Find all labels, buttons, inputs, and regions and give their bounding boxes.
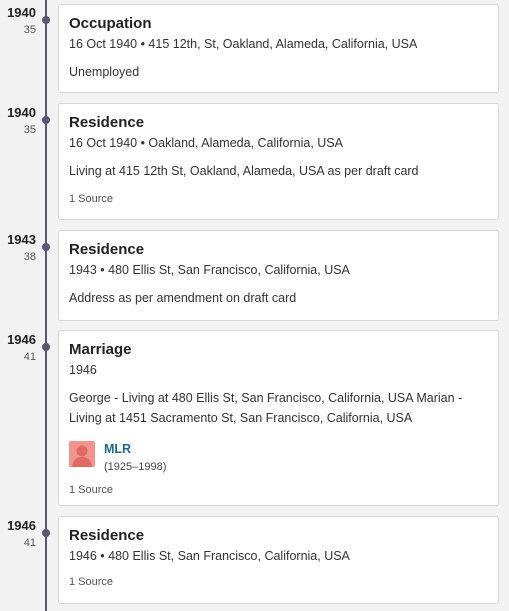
source-link[interactable]: 1 Source [69, 192, 488, 206]
event-description-line: Living at 1451 Sacramento St, San Franci… [69, 411, 413, 425]
event-date-place: 1946 • 480 Ellis St, San Francisco, Cali… [69, 549, 350, 563]
event-date-place: 16 Oct 1940 • Oakland, Alameda, Californ… [69, 136, 343, 150]
event-card-occupation[interactable]: Occupation 16 Oct 1940 • 415 12th, St, O… [58, 4, 499, 93]
timeline-dot [42, 529, 50, 537]
event-description: George - Living at 480 Ellis St, San Fra… [69, 388, 488, 428]
event-title: Marriage [69, 341, 132, 358]
timeline-dot [42, 16, 50, 24]
event-description: Living at 415 12th St, Oakland, Alameda,… [69, 164, 419, 178]
event-date-place: 1946 [69, 363, 97, 377]
event-description: Address as per amendment on draft card [69, 291, 297, 305]
event-description: Unemployed [69, 65, 140, 79]
event-card-marriage[interactable]: Marriage 1946 George - Living at 480 Ell… [58, 330, 499, 506]
timeline-dot [42, 116, 50, 124]
event-card-residence[interactable]: Residence 16 Oct 1940 • Oakland, Alameda… [58, 103, 499, 220]
year-age-label: 1946 41 [0, 518, 36, 550]
event-date-place: 16 Oct 1940 • 415 12th, St, Oakland, Ala… [69, 37, 418, 51]
event-age: 41 [23, 351, 36, 363]
event-year: 1946 [7, 518, 36, 533]
event-title: Residence [69, 114, 145, 131]
spouse-lifespan: (1925–1998) [104, 461, 167, 473]
event-year: 1940 [7, 105, 36, 120]
event-age: 38 [23, 251, 36, 263]
event-title: Occupation [69, 15, 152, 32]
event-description-line: George - Living at 480 Ellis St, San Fra… [69, 391, 463, 405]
event-title: Residence [69, 241, 145, 258]
year-age-label: 1940 35 [0, 5, 36, 37]
event-age: 41 [23, 537, 36, 549]
timeline-dot [42, 243, 50, 251]
event-year: 1940 [7, 5, 36, 20]
event-age: 35 [23, 24, 36, 36]
event-year: 1946 [7, 332, 36, 347]
spouse-person[interactable]: MLR (1925–1998) [69, 441, 166, 475]
timeline-line [45, 0, 47, 611]
timeline-dot [42, 343, 50, 351]
event-card-residence[interactable]: Residence 1943 • 480 Ellis St, San Franc… [58, 230, 499, 321]
event-card-residence[interactable]: Residence 1946 • 480 Ellis St, San Franc… [58, 516, 499, 604]
person-silhouette-icon [69, 441, 95, 467]
event-year: 1943 [7, 232, 36, 247]
spouse-name-link[interactable]: MLR [104, 441, 166, 457]
year-age-label: 1946 41 [0, 332, 36, 364]
event-date-place: 1943 • 480 Ellis St, San Francisco, Cali… [69, 263, 350, 277]
source-link[interactable]: 1 Source [69, 575, 488, 589]
event-age: 35 [23, 124, 36, 136]
event-title: Residence [69, 527, 145, 544]
year-age-label: 1943 38 [0, 232, 36, 264]
year-age-label: 1940 35 [0, 105, 36, 137]
source-link[interactable]: 1 Source [69, 483, 113, 497]
